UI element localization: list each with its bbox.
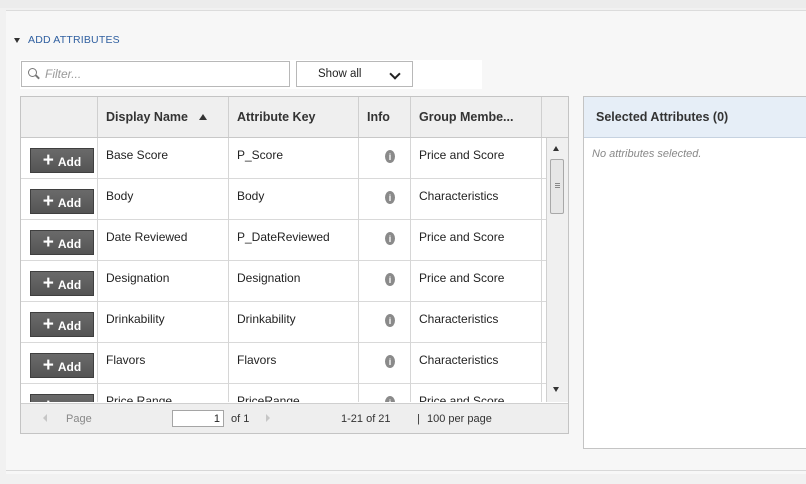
plus-icon: + [42, 191, 54, 212]
info-icon[interactable]: i [385, 150, 395, 163]
cell-attribute-key: P_Score [229, 138, 359, 179]
info-icon[interactable]: i [385, 232, 395, 245]
info-icon[interactable]: i [385, 314, 395, 327]
collapse-triangle-icon [14, 37, 20, 43]
show-all-label: Show all [318, 68, 362, 80]
table-row: + Add Drinkability Drinkability i Charact… [21, 302, 546, 343]
cell-attribute-key: PriceRange [229, 384, 359, 402]
add-button[interactable]: +Add [30, 148, 94, 173]
add-button[interactable]: +Add [30, 312, 94, 337]
cell-group: Price and Score [411, 384, 542, 402]
header-display-name[interactable]: Display Name [98, 97, 229, 137]
header-scroll-spacer [542, 97, 568, 137]
plus-icon: + [42, 150, 54, 171]
vertical-scrollbar[interactable] [546, 138, 568, 402]
cell-group: Price and Score [411, 261, 542, 302]
attributes-table: Display Name Attribute Key Info Group Me… [20, 96, 569, 434]
filter-input[interactable] [45, 67, 275, 81]
add-button[interactable]: +Add [30, 189, 94, 214]
show-all-dropdown[interactable]: Show all [296, 61, 413, 87]
page-count: of 1 [231, 413, 250, 425]
scrollbar-thumb[interactable] [550, 159, 564, 214]
cell-group: Price and Score [411, 138, 542, 179]
info-icon[interactable]: i [385, 191, 395, 204]
add-button[interactable]: +Add [30, 230, 94, 255]
cell-display-name: Body [98, 179, 229, 220]
cell-display-name: Designation [98, 261, 229, 302]
cell-attribute-key: Designation [229, 261, 359, 302]
cell-display-name: Drinkability [98, 302, 229, 343]
cell-group: Characteristics [411, 343, 542, 384]
scroll-up-icon[interactable] [553, 146, 559, 151]
search-icon [28, 68, 40, 80]
table-row: + Add Designation Designation i Price and… [21, 261, 546, 302]
add-button[interactable]: +Add [30, 353, 94, 378]
table-row: + Add Body Body i Characteristics [21, 179, 546, 220]
page-number-input[interactable] [172, 410, 224, 427]
divider [6, 470, 806, 471]
cell-attribute-key: Flavors [229, 343, 359, 384]
add-button[interactable]: +Add [30, 394, 94, 402]
plus-icon: + [42, 355, 54, 376]
table-row: + Add Base Score P_Score i Price and Scor… [21, 138, 546, 179]
top-bar [0, 0, 806, 8]
filter-field[interactable] [21, 61, 290, 87]
plus-icon: + [43, 397, 54, 402]
info-icon[interactable]: i [385, 396, 395, 402]
add-attributes-toggle[interactable]: ADD ATTRIBUTES [14, 33, 120, 47]
selected-attributes-title: Selected Attributes (0) [584, 97, 806, 138]
next-page-icon[interactable] [266, 414, 270, 422]
cell-display-name: Date Reviewed [98, 220, 229, 261]
filter-bar: Show all [20, 60, 482, 89]
pagination-bar: Page of 1 1-21 of 21 | 100 per page [21, 403, 568, 433]
header-attribute-key[interactable]: Attribute Key [229, 97, 359, 137]
selected-attributes-panel: Selected Attributes (0) No attributes se… [583, 96, 806, 449]
cell-display-name: Base Score [98, 138, 229, 179]
per-page-selector[interactable]: 100 per page [427, 413, 492, 425]
cell-display-name: Price Range [98, 384, 229, 402]
cell-attribute-key: P_DateReviewed [229, 220, 359, 261]
add-button[interactable]: +Add [30, 271, 94, 296]
table-header: Display Name Attribute Key Info Group Me… [21, 97, 568, 138]
chevron-down-icon [389, 68, 401, 80]
table-row: + Add Date Reviewed P_DateReviewed i Pric… [21, 220, 546, 261]
header-info[interactable]: Info [359, 97, 411, 137]
cell-attribute-key: Body [229, 179, 359, 220]
section-title: ADD ATTRIBUTES [28, 34, 120, 46]
page-label: Page [66, 413, 92, 425]
cell-group: Price and Score [411, 220, 542, 261]
cell-group: Characteristics [411, 302, 542, 343]
previous-page-icon[interactable] [43, 414, 47, 422]
table-row: + Add Flavors Flavors i Characteristics [21, 343, 546, 384]
header-group-membership[interactable]: Group Membe... [411, 97, 542, 137]
sort-ascending-icon [198, 114, 207, 120]
info-icon[interactable]: i [385, 355, 395, 368]
scroll-down-icon[interactable] [553, 387, 559, 392]
cell-attribute-key: Drinkability [229, 302, 359, 343]
empty-selection-text: No attributes selected. [592, 148, 702, 160]
info-icon[interactable]: i [385, 273, 395, 286]
record-range: 1-21 of 21 [341, 413, 391, 425]
table-row: +Add Price Range PriceRange i Price and … [21, 384, 546, 402]
plus-icon: + [42, 314, 54, 335]
header-add [21, 97, 98, 137]
cell-display-name: Flavors [98, 343, 229, 384]
cell-group: Characteristics [411, 179, 542, 220]
plus-icon: + [42, 232, 54, 253]
table-body: + Add Base Score P_Score i Price and Scor… [21, 138, 546, 402]
plus-icon: + [42, 273, 54, 294]
pager-separator: | [417, 413, 420, 425]
